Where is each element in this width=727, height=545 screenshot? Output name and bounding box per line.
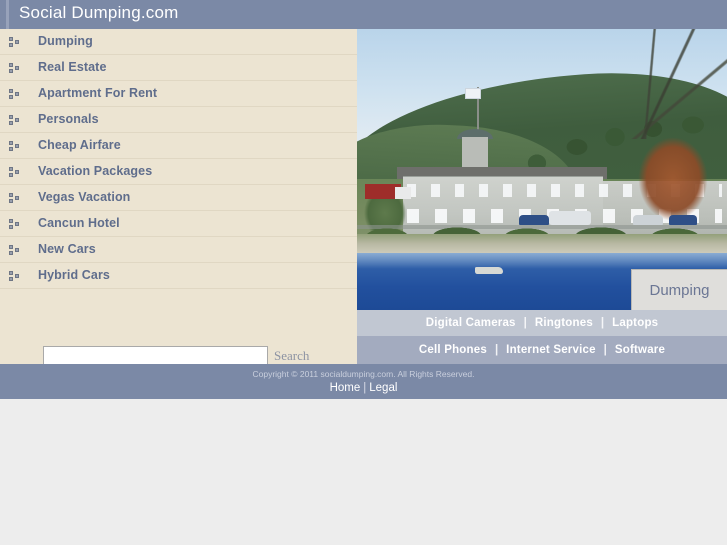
sidebar-item-new-cars[interactable]: New Cars	[0, 237, 357, 263]
ad-link-separator: |	[603, 344, 607, 356]
car-navy	[669, 215, 697, 225]
ad-links-row-1: Digital Cameras | Ringtones | Laptops	[357, 310, 727, 336]
sidebar-item-label: Hybrid Cars	[38, 268, 110, 282]
sidebar-item-cheap-airfare[interactable]: Cheap Airfare	[0, 133, 357, 159]
bullet-icon	[9, 245, 21, 256]
bullet-icon	[9, 89, 21, 100]
page-root: Social Dumping.com Dumping Real Estate A…	[0, 0, 727, 545]
footer-links: Home | Legal	[0, 382, 727, 394]
truck-cab	[395, 187, 411, 199]
page-title: Social Dumping.com	[19, 3, 179, 22]
bullet-icon	[9, 37, 21, 48]
sidebar-item-vacation-packages[interactable]: Vacation Packages	[0, 159, 357, 185]
bullet-icon	[9, 141, 21, 152]
page-background-below-footer	[0, 399, 727, 545]
sidebar-item-label: Vacation Packages	[38, 164, 153, 178]
sidebar-item-personals[interactable]: Personals	[0, 107, 357, 133]
ad-link-internet-service[interactable]: Internet Service	[506, 344, 596, 356]
ad-link-cell-phones[interactable]: Cell Phones	[419, 344, 487, 356]
bullet-icon	[9, 271, 21, 282]
water-shimmer	[357, 253, 727, 269]
sidebar-item-label: New Cars	[38, 242, 96, 256]
bullet-icon	[9, 63, 21, 74]
sidebar-item-label: Vegas Vacation	[38, 190, 131, 204]
copyright-text: Copyright © 2011 socialdumping.com. All …	[252, 369, 475, 379]
hero-image: Dumping	[357, 29, 727, 310]
sidebar-item-label: Cheap Airfare	[38, 138, 121, 152]
search-button[interactable]: Search	[274, 348, 309, 364]
site-footer: Copyright © 2011 socialdumping.com. All …	[0, 364, 727, 399]
search-area: Search	[0, 319, 357, 365]
sidebar-item-apartment-for-rent[interactable]: Apartment For Rent	[0, 81, 357, 107]
boat	[475, 267, 503, 274]
bullet-icon	[9, 193, 21, 204]
sidebar-item-label: Apartment For Rent	[38, 86, 158, 100]
footer-link-legal[interactable]: Legal	[369, 382, 397, 394]
site-header: Social Dumping.com	[0, 0, 727, 29]
sidebar-item-dumping[interactable]: Dumping	[0, 29, 357, 55]
sidebar-item-label: Personals	[38, 112, 99, 126]
bullet-icon	[9, 167, 21, 178]
sidebar-item-vegas-vacation[interactable]: Vegas Vacation	[0, 185, 357, 211]
ad-link-separator: |	[523, 317, 527, 329]
hero-caption-label: Dumping	[649, 281, 710, 299]
ad-link-digital-cameras[interactable]: Digital Cameras	[426, 317, 516, 329]
search-input[interactable]	[43, 346, 268, 365]
hero-caption: Dumping	[631, 269, 727, 310]
sidebar-item-label: Cancun Hotel	[38, 216, 120, 230]
ad-links-row-2: Cell Phones | Internet Service | Softwar…	[357, 336, 727, 364]
ad-link-ringtones[interactable]: Ringtones	[535, 317, 593, 329]
sidebar-item-hybrid-cars[interactable]: Hybrid Cars	[0, 263, 357, 289]
sidebar: Dumping Real Estate Apartment For Rent P…	[0, 29, 357, 365]
ad-link-software[interactable]: Software	[615, 344, 665, 356]
bullet-icon	[9, 219, 21, 230]
van-white	[549, 211, 591, 225]
flag-icon	[465, 88, 481, 99]
site-header-inner: Social Dumping.com	[6, 0, 727, 29]
ad-link-separator: |	[600, 317, 605, 329]
sidebar-item-cancun-hotel[interactable]: Cancun Hotel	[0, 211, 357, 237]
ad-link-laptops[interactable]: Laptops	[612, 317, 658, 329]
ad-link-separator: |	[494, 344, 499, 356]
footer-link-home[interactable]: Home	[330, 382, 361, 394]
bullet-icon	[9, 115, 21, 126]
car-blue	[519, 215, 549, 225]
car-silver	[633, 215, 663, 225]
footer-link-separator: |	[363, 382, 367, 394]
sidebar-item-label: Real Estate	[38, 60, 107, 74]
sidebar-item-label: Dumping	[38, 34, 93, 48]
sidebar-item-real-estate[interactable]: Real Estate	[0, 55, 357, 81]
sidebar-nav-list: Dumping Real Estate Apartment For Rent P…	[0, 29, 357, 289]
overhanging-branches	[617, 29, 727, 139]
